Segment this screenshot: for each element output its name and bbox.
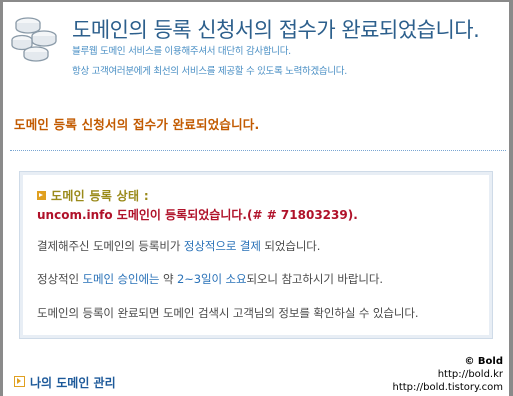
search-info-message: 도메인의 등록이 완료되면 도메인 검색시 고객님의 정보를 확인하실 수 있습… bbox=[37, 306, 419, 320]
approval-prefix: 정상적인 bbox=[37, 272, 83, 286]
completion-headline: 도메인 등록 신청서의 접수가 완료되었습니다. bbox=[14, 117, 260, 132]
status-heading: 도메인 등록 상태 : bbox=[37, 187, 149, 204]
approval-highlight-1: 도메인 승인에는 bbox=[82, 272, 160, 286]
payment-suffix: 되었습니다. bbox=[260, 239, 321, 253]
status-value: uncom.info 도메인이 등록되었습니다.(# # 71803239). bbox=[37, 208, 358, 222]
payment-highlight: 정상적으로 결제 bbox=[183, 239, 261, 253]
arrow-bullet-icon bbox=[37, 191, 46, 200]
payment-message: 결제해주신 도메인의 등록비가 정상적으로 결제 되었습니다. bbox=[37, 238, 320, 254]
service-promise-message: 항상 고객여러분에게 최선의 서비스를 제공할 수 있도록 노력하겠습니다. bbox=[72, 66, 347, 77]
my-domain-link-label[interactable]: 나의 도메인 관리 bbox=[30, 376, 116, 390]
window-top-border bbox=[0, 0, 513, 2]
approval-highlight-2: 2~3일이 소요 bbox=[177, 272, 247, 286]
approval-message: 정상적인 도메인 승인에는 약 2~3일이 소요되오니 참고하시기 바랍니다. bbox=[37, 271, 383, 287]
approval-middle: 약 bbox=[159, 272, 177, 286]
page-title: 도메인의 등록 신청서의 접수가 완료되었습니다. bbox=[72, 18, 480, 42]
watermark-copyright: © Bold bbox=[464, 356, 503, 367]
thank-you-message: 블루웹 도메인 서비스를 이용해주셔서 대단히 감사합니다. bbox=[72, 46, 291, 57]
watermark-url-2: http://bold.tistory.com bbox=[392, 382, 504, 393]
my-domain-link[interactable]: 나의 도메인 관리 bbox=[14, 374, 116, 391]
payment-prefix: 결제해주신 도메인의 등록비가 bbox=[37, 239, 184, 253]
arrow-box-icon bbox=[14, 376, 25, 387]
window-left-border bbox=[0, 0, 3, 396]
section-divider bbox=[10, 150, 506, 151]
approval-suffix: 되오니 참고하시기 바랍니다. bbox=[246, 272, 383, 286]
status-label-text: 도메인 등록 상태 : bbox=[51, 189, 149, 203]
watermark-url-1: http://bold.kr bbox=[437, 369, 503, 380]
coins-stack-icon bbox=[11, 17, 57, 62]
registration-status-panel: 도메인 등록 상태 : uncom.info 도메인이 등록되었습니다.(# #… bbox=[19, 171, 493, 339]
window-right-border bbox=[509, 0, 513, 396]
